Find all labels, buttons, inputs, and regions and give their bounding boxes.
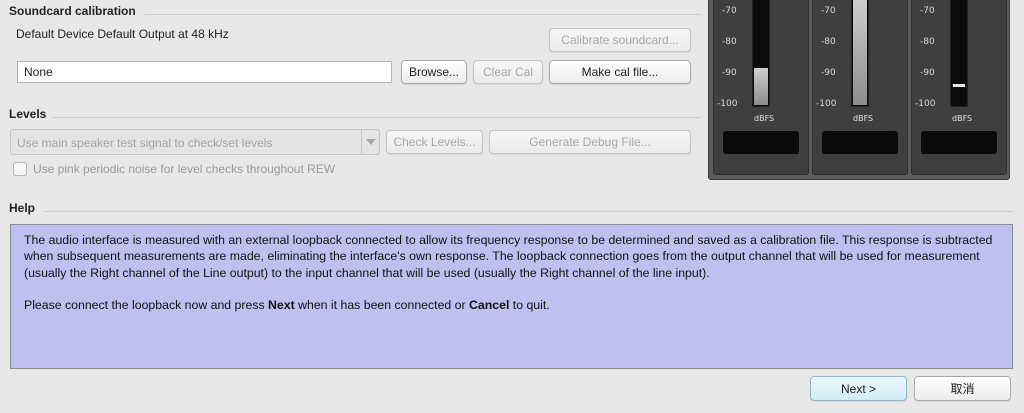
- meter-tick-label: -100: [717, 99, 738, 109]
- meter-readout: [921, 131, 997, 154]
- meter-bar: [752, 0, 770, 107]
- meter-tick-label: -80: [821, 37, 836, 47]
- level-meter-2: -70 -80 -90 -100 dBFS: [812, 0, 908, 175]
- clear-cal-button[interactable]: Clear Cal: [473, 60, 543, 84]
- help-section-divider: [44, 211, 1013, 212]
- meter-tick-label: -70: [722, 6, 737, 16]
- level-meter-panel: -70 -80 -90 -100 dBFS -70 -80 -90 -100 d…: [708, 0, 1010, 180]
- meter-tick-label: -70: [821, 6, 836, 16]
- next-button[interactable]: Next >: [810, 376, 907, 401]
- meter-level-fill: [754, 67, 768, 105]
- meter-unit-label: dBFS: [754, 114, 775, 123]
- meter-tick-label: -90: [920, 68, 935, 78]
- meter-peak-marker: [953, 84, 965, 88]
- pink-noise-checkbox[interactable]: [13, 162, 27, 176]
- browse-button[interactable]: Browse...: [401, 60, 467, 84]
- soundcard-section-divider: [145, 14, 701, 15]
- meter-tick-label: -90: [821, 68, 836, 78]
- calibrate-soundcard-button[interactable]: Calibrate soundcard...: [549, 28, 691, 52]
- pink-noise-label: Use pink periodic noise for level checks…: [33, 162, 336, 176]
- help-paragraph-1: The audio interface is measured with an …: [24, 233, 993, 280]
- meter-tick-label: -100: [915, 99, 936, 109]
- meter-tick-label: -70: [920, 6, 935, 16]
- meter-readout: [723, 131, 799, 154]
- levels-section-divider: [52, 117, 701, 118]
- device-info-text: Default Device Default Output at 48 kHz: [16, 27, 229, 41]
- help-text-panel: The audio interface is measured with an …: [10, 224, 1013, 369]
- meter-unit-label: dBFS: [853, 114, 874, 123]
- cancel-button[interactable]: 取消: [914, 376, 1011, 401]
- meter-tick-label: -80: [722, 37, 737, 47]
- cal-file-input[interactable]: None: [17, 61, 392, 83]
- meter-bar: [950, 0, 968, 107]
- meter-tick-label: -90: [722, 68, 737, 78]
- level-signal-select[interactable]: Use main speaker test signal to check/se…: [10, 129, 380, 155]
- meter-unit-label: dBFS: [952, 114, 973, 123]
- meter-readout: [822, 131, 898, 154]
- level-meter-3: -70 -80 -90 -100 dBFS: [911, 0, 1007, 175]
- levels-section-title: Levels: [9, 107, 47, 121]
- make-cal-file-button[interactable]: Make cal file...: [549, 60, 691, 84]
- soundcard-section-title: Soundcard calibration: [9, 4, 136, 18]
- meter-bar: [851, 0, 869, 107]
- meter-level-fill: [853, 0, 867, 105]
- help-section-title: Help: [9, 201, 36, 215]
- meter-tick-label: -100: [816, 99, 837, 109]
- chevron-down-icon: [361, 130, 379, 154]
- level-signal-select-value: Use main speaker test signal to check/se…: [17, 136, 273, 150]
- meter-tick-label: -80: [920, 37, 935, 47]
- level-meter-1: -70 -80 -90 -100 dBFS: [713, 0, 809, 175]
- help-paragraph-2: Please connect the loopback now and pres…: [24, 298, 550, 313]
- check-levels-button[interactable]: Check Levels...: [386, 130, 483, 154]
- generate-debug-file-button[interactable]: Generate Debug File...: [489, 130, 691, 154]
